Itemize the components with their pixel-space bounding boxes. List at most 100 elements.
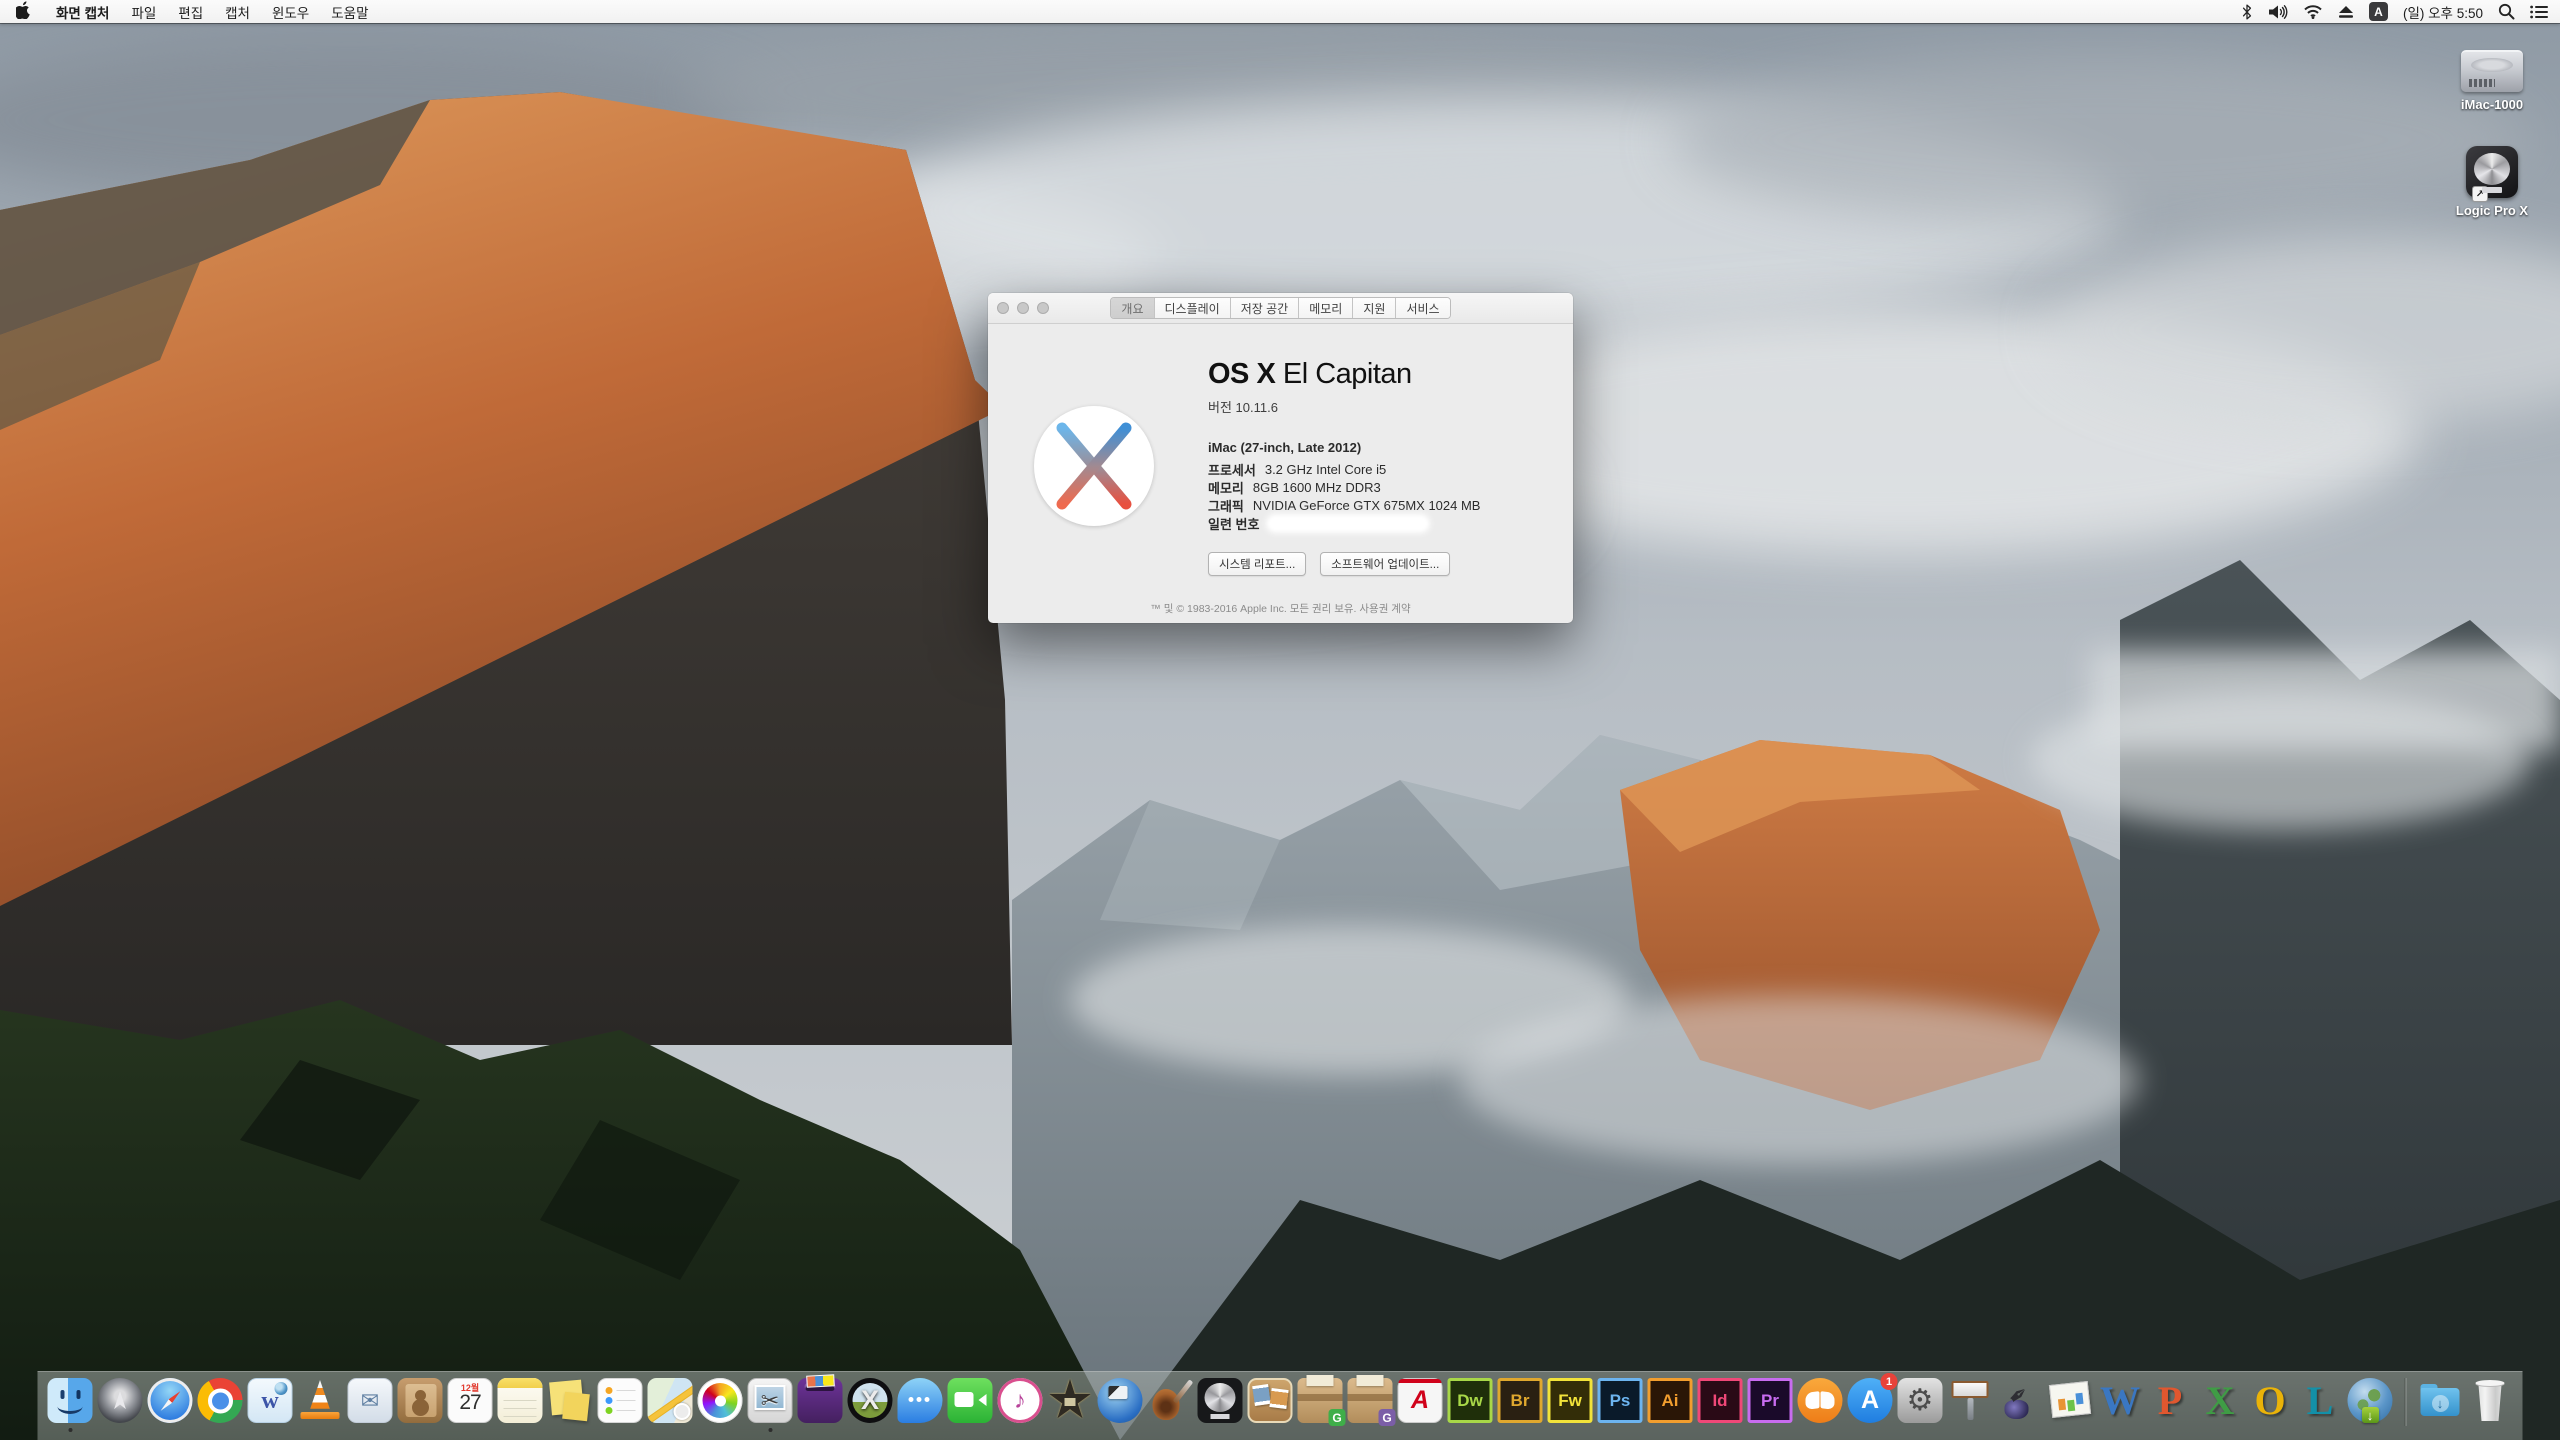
dock-item-vlc[interactable] bbox=[298, 1378, 343, 1423]
desktop: 화면 캡처파일편집캡처윈도우도움말 bbox=[0, 0, 2560, 1440]
dock-item-imovie[interactable] bbox=[1048, 1378, 1093, 1423]
acrobat-glyph: A bbox=[1411, 1388, 1429, 1413]
tab-0[interactable]: 개요 bbox=[1111, 298, 1154, 318]
menu-item-1[interactable]: 파일 bbox=[120, 0, 167, 23]
dock-item-launchpad[interactable] bbox=[98, 1378, 143, 1423]
dock-item-stuffit-expander[interactable]: G bbox=[1298, 1378, 1343, 1423]
software-update-button[interactable]: 소프트웨어 업데이트... bbox=[1320, 552, 1450, 576]
dock-item-trash[interactable] bbox=[2468, 1378, 2513, 1423]
menu-item-3[interactable]: 캡처 bbox=[214, 0, 261, 23]
menu-bar-clock[interactable]: (일) 오후 5:50 bbox=[2403, 2, 2483, 22]
dock-item-dropstuff[interactable]: G bbox=[1348, 1378, 1393, 1423]
tab-3[interactable]: 메모리 bbox=[1299, 298, 1353, 318]
dock-item-fireworks[interactable]: Fw bbox=[1548, 1378, 1593, 1423]
logic-pro-icon bbox=[1198, 1378, 1243, 1423]
dock-item-garageband[interactable] bbox=[1148, 1378, 1193, 1423]
desktop-icon-label: iMac-1000 bbox=[2430, 97, 2554, 112]
lync-glyph: L bbox=[2307, 1381, 2334, 1421]
dock-item-notes[interactable] bbox=[498, 1378, 543, 1423]
dock-item-dreamweaver[interactable]: Dw bbox=[1448, 1378, 1493, 1423]
window-titlebar[interactable]: 개요디스플레이저장 공간메모리지원서비스 bbox=[988, 293, 1573, 324]
menu-item-2[interactable]: 편집 bbox=[167, 0, 214, 23]
input-source-badge[interactable]: A bbox=[2369, 2, 2388, 21]
spotlight-icon[interactable] bbox=[2498, 0, 2515, 23]
dock-item-calendar[interactable]: 12월27 bbox=[448, 1378, 493, 1423]
dock-item-downloads[interactable]: ↓ bbox=[2418, 1378, 2463, 1423]
apple-menu[interactable] bbox=[0, 0, 45, 23]
volume-icon[interactable] bbox=[2268, 0, 2288, 23]
dock-item-dvd-ripper[interactable] bbox=[1098, 1378, 1143, 1423]
spec-label: 프로세서 bbox=[1208, 460, 1256, 479]
menu-item-5[interactable]: 도움말 bbox=[320, 0, 379, 23]
dock-item-outlook[interactable]: O bbox=[2248, 1378, 2293, 1423]
dialog-buttons: 시스템 리포트... 소프트웨어 업데이트... bbox=[1208, 552, 1557, 576]
minimize-button[interactable] bbox=[1017, 302, 1029, 314]
eject-icon[interactable] bbox=[2338, 0, 2354, 23]
system-report-button[interactable]: 시스템 리포트... bbox=[1208, 552, 1306, 576]
zoom-button[interactable] bbox=[1037, 302, 1049, 314]
dock-item-system-preferences[interactable]: ⚙ bbox=[1898, 1378, 1943, 1423]
dock-item-facetime[interactable] bbox=[948, 1378, 993, 1423]
dock-item-premiere[interactable]: Pr bbox=[1748, 1378, 1793, 1423]
downloads-icon: ↓ bbox=[2418, 1378, 2463, 1423]
dock-item-app-store[interactable]: A1 bbox=[1848, 1378, 1893, 1423]
dock-item-globe-downloader[interactable]: ↓ bbox=[2348, 1378, 2393, 1423]
webhard-glyph: w bbox=[261, 1389, 278, 1413]
dock-item-powerpoint[interactable]: P bbox=[2148, 1378, 2193, 1423]
wifi-icon[interactable] bbox=[2303, 0, 2323, 23]
dock-item-indesign[interactable]: Id bbox=[1698, 1378, 1743, 1423]
dock-item-safari[interactable] bbox=[148, 1378, 193, 1423]
mac-model: iMac (27-inch, Late 2012) bbox=[1208, 440, 1557, 455]
dock-item-photoshop[interactable]: Ps bbox=[1598, 1378, 1643, 1423]
dock-item-word[interactable]: W bbox=[2098, 1378, 2143, 1423]
dock-item-bridge[interactable]: Br bbox=[1498, 1378, 1543, 1423]
dock-item-illustrator[interactable]: Ai bbox=[1648, 1378, 1693, 1423]
ibooks-icon bbox=[1798, 1378, 1843, 1423]
dock-item-ibooks[interactable] bbox=[1798, 1378, 1843, 1423]
menu-item-4[interactable]: 윈도우 bbox=[261, 0, 320, 23]
dock-item-reminders[interactable] bbox=[598, 1378, 643, 1423]
desktop-icon-logic-pro-x[interactable]: ↗ Logic Pro X bbox=[2430, 146, 2554, 218]
dropstuff-icon: G bbox=[1348, 1378, 1393, 1423]
desktop-icon-imac-1000[interactable]: iMac-1000 bbox=[2430, 50, 2554, 112]
tab-5[interactable]: 서비스 bbox=[1396, 298, 1449, 318]
dock-item-excel[interactable]: X bbox=[2198, 1378, 2243, 1423]
dock-item-chrome[interactable] bbox=[198, 1378, 243, 1423]
dock-item-messages[interactable] bbox=[898, 1378, 943, 1423]
dock-item-stickies[interactable] bbox=[548, 1378, 593, 1423]
xee-icon: X bbox=[848, 1378, 893, 1423]
powerpoint-icon: P bbox=[2148, 1378, 2193, 1423]
dock-item-webhard[interactable]: w bbox=[248, 1378, 293, 1423]
app-store-glyph: A bbox=[1861, 1388, 1879, 1413]
dock-item-keynote[interactable] bbox=[1948, 1378, 1993, 1423]
dock-item-photos[interactable] bbox=[698, 1378, 743, 1423]
dock-item-numbers09[interactable] bbox=[2048, 1378, 2093, 1423]
close-button[interactable] bbox=[997, 302, 1009, 314]
dock-item-lync[interactable]: L bbox=[2298, 1378, 2343, 1423]
dock-item-logic-pro[interactable] bbox=[1198, 1378, 1243, 1423]
dock-item-acrobat[interactable]: A bbox=[1398, 1378, 1443, 1423]
safari-icon bbox=[148, 1378, 193, 1423]
dock-item-screen-capture[interactable]: ✂ bbox=[748, 1378, 793, 1423]
dock-item-maps[interactable] bbox=[648, 1378, 693, 1423]
dock-item-pages09[interactable]: ✒ bbox=[1998, 1378, 2043, 1423]
dock-item-finder[interactable] bbox=[48, 1378, 93, 1423]
dock-item-toast[interactable] bbox=[798, 1378, 843, 1423]
dock-item-mail[interactable]: ✉ bbox=[348, 1378, 393, 1423]
notes-icon bbox=[498, 1378, 543, 1423]
about-title: OS X El Capitan bbox=[1208, 358, 1557, 391]
tab-2[interactable]: 저장 공간 bbox=[1231, 298, 1300, 318]
serial-smudge bbox=[1268, 516, 1428, 531]
dock-item-xee[interactable]: X bbox=[848, 1378, 893, 1423]
menu-app-name[interactable]: 화면 캡처 bbox=[45, 0, 120, 23]
dock-item-contacts[interactable] bbox=[398, 1378, 443, 1423]
tab-4[interactable]: 지원 bbox=[1353, 298, 1396, 318]
dock-item-itunes[interactable]: ♪ bbox=[998, 1378, 1043, 1423]
wallpaper-el-capitan bbox=[0, 0, 2560, 1440]
dock-item-collage[interactable] bbox=[1248, 1378, 1293, 1423]
notification-center-icon[interactable] bbox=[2530, 0, 2548, 23]
apple-logo-icon bbox=[16, 1, 31, 22]
tab-1[interactable]: 디스플레이 bbox=[1155, 298, 1231, 318]
bluetooth-icon[interactable] bbox=[2241, 0, 2253, 23]
about-text: OS X El Capitan 버전 10.11.6 iMac (27-inch… bbox=[1208, 358, 1557, 576]
